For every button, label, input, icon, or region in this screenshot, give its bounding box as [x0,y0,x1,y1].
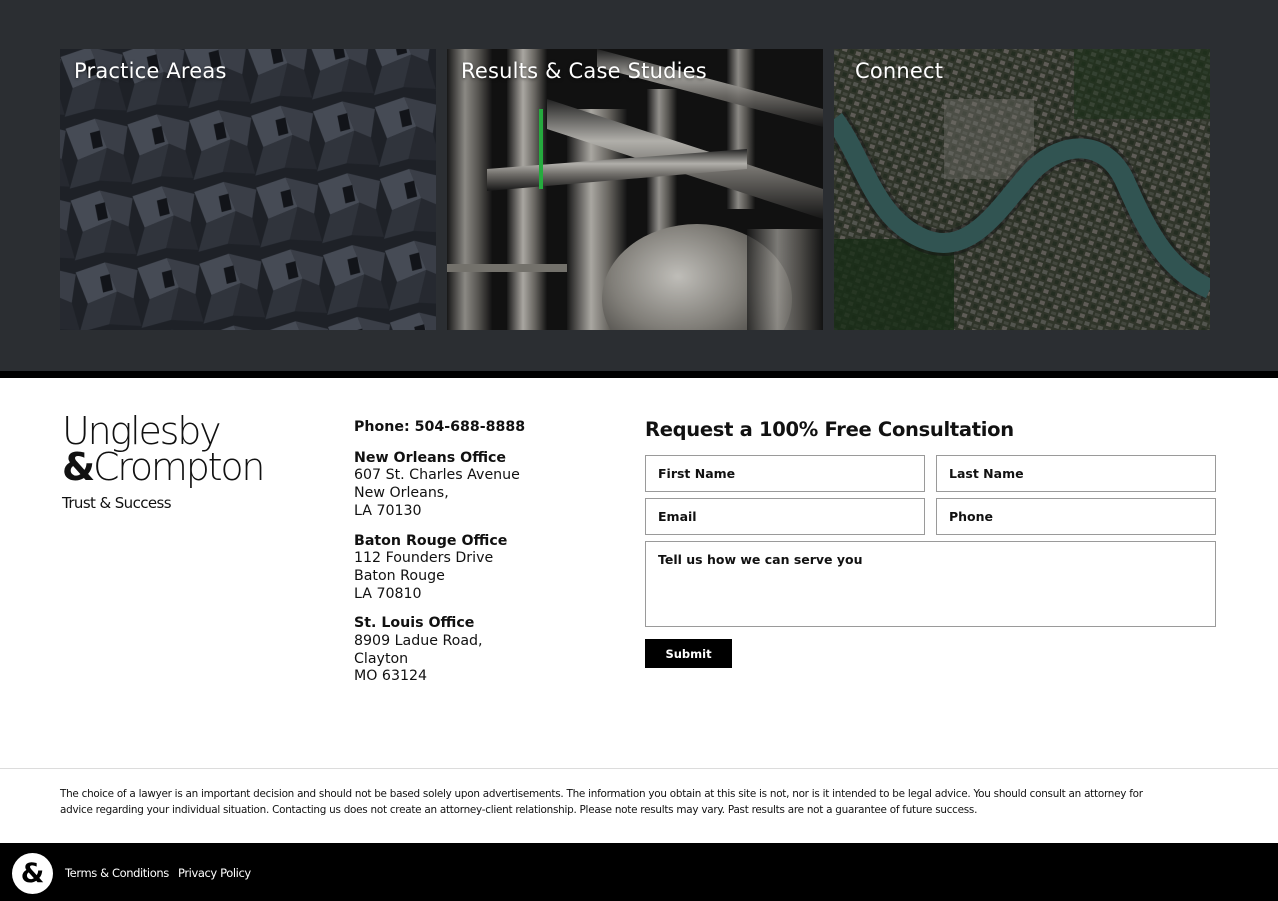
contact-info: Phone: 504-688-8888 New Orleans Office 6… [354,419,604,698]
office-name: Baton Rouge Office [354,532,508,549]
office-address-line: New Orleans, [354,485,449,502]
privacy-policy-link[interactable]: Privacy Policy [178,866,251,880]
last-name-field[interactable] [936,455,1216,492]
office-address-line: LA 70810 [354,585,422,602]
email-field[interactable] [645,498,925,535]
ampersand-logo-icon[interactable]: & [12,853,53,894]
message-row [645,541,1217,639]
terms-conditions-link[interactable]: Terms & Conditions [65,866,169,880]
office-address-line: MO 63124 [354,668,428,685]
legal-disclaimer: The choice of a lawyer is an important d… [60,788,1143,816]
submit-row: Submit [645,639,1217,682]
office-st-louis: St. Louis Office 8909 Ladue Road, Clayto… [354,615,604,686]
office-address-line: LA 70130 [354,502,422,519]
phone-field[interactable] [936,498,1216,535]
band-divider [0,371,1278,378]
industrial-pipes-image [447,49,823,330]
logo-name-line2: &Crompton [62,448,292,486]
brand-tagline: Trust & Success [62,494,172,512]
first-name-field[interactable] [645,455,925,492]
feature-band: Practice Areas Results & Case Studies Co… [0,0,1278,371]
contact-row [645,498,1217,541]
logo-ampersand: & [62,445,95,489]
office-new-orleans: New Orleans Office 607 St. Charles Avenu… [354,450,604,521]
name-row [645,455,1217,498]
practice-areas-tile[interactable]: Practice Areas [60,49,436,330]
form-title: Request a 100% Free Consultation [645,418,1014,441]
message-field[interactable] [645,541,1216,627]
office-address-line: 112 Founders Drive [354,550,494,567]
results-case-studies-tile[interactable]: Results & Case Studies [447,49,823,330]
office-baton-rouge: Baton Rouge Office 112 Founders Drive Ba… [354,533,604,604]
footer-divider [0,768,1278,769]
phone-number[interactable]: Phone: 504-688-8888 [354,419,604,437]
aerial-city-map-image [834,49,1210,330]
submit-button[interactable]: Submit [645,639,732,668]
connect-tile[interactable]: Connect [834,49,1210,330]
geometric-panels-image [60,49,436,330]
office-address-line: Clayton [354,650,409,667]
practice-areas-title[interactable]: Practice Areas [74,59,227,83]
connect-title[interactable]: Connect [855,59,943,83]
bottom-bar: & Terms & Conditions Privacy Policy [0,843,1278,901]
logo-name-word2: Crompton [92,445,266,489]
office-address-line: 8909 Ladue Road, [354,633,483,650]
brand-logo[interactable]: Unglesby &Crompton [62,409,292,486]
logo-name-line1: Unglesby [62,409,222,453]
office-name: New Orleans Office [354,449,507,466]
office-address-line: Baton Rouge [354,567,445,584]
office-address-line: 607 St. Charles Avenue [354,467,520,484]
results-case-studies-title[interactable]: Results & Case Studies [461,59,707,83]
office-name: St. Louis Office [354,615,475,632]
consultation-form: Request a 100% Free Consultation Submit [645,418,1217,682]
